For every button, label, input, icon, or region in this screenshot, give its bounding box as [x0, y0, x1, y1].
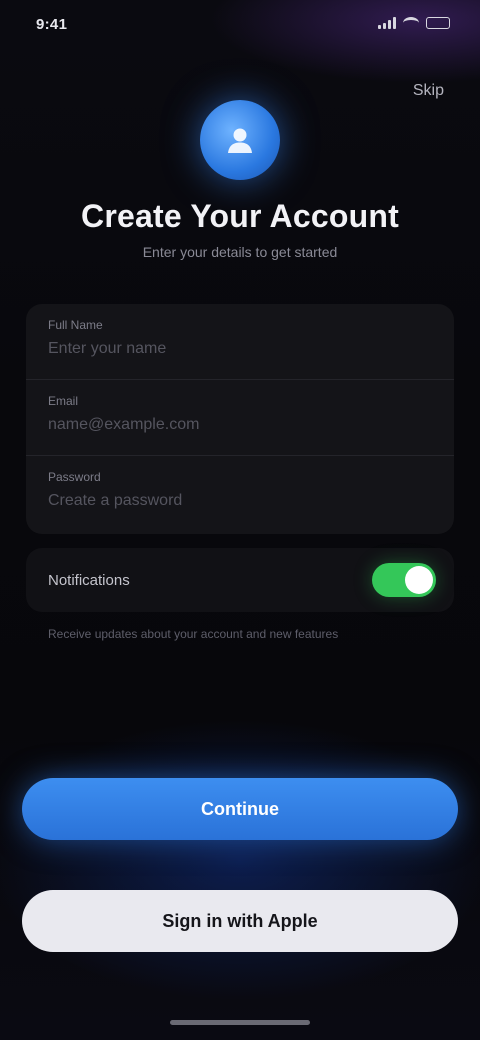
toggle-knob [405, 566, 433, 594]
user-icon [200, 100, 280, 180]
form-row-email: Email [26, 380, 454, 456]
page-subtitle: Enter your details to get started [142, 244, 338, 260]
signup-form-card: Full Name Email Password [26, 304, 454, 534]
home-indicator[interactable] [170, 1020, 310, 1025]
notifications-description: Receive updates about your account and n… [48, 627, 339, 641]
skip-button[interactable]: Skip [407, 78, 450, 104]
notifications-toggle[interactable] [372, 563, 436, 597]
signup-screen: 9:41 Skip Create Your Account Enter your… [0, 0, 480, 1040]
form-row-password: Password [26, 456, 454, 532]
password-field-label: Password [48, 470, 101, 484]
battery-icon [426, 17, 450, 29]
wifi-icon [403, 17, 419, 29]
name-field-label: Full Name [48, 318, 103, 332]
notifications-label: Notifications [48, 571, 130, 589]
status-bar: 9:41 [0, 0, 480, 52]
continue-button[interactable]: Continue [22, 778, 458, 840]
email-input[interactable] [48, 416, 432, 434]
notifications-row: Notifications [26, 548, 454, 612]
email-field-label: Email [48, 394, 79, 408]
page-title: Create Your Account [81, 198, 399, 234]
sign-in-button[interactable]: Sign in with Apple [22, 890, 458, 952]
form-row-name: Full Name [26, 304, 454, 380]
signal-icon [378, 17, 396, 29]
status-icons [378, 17, 450, 29]
status-time: 9:41 [36, 16, 68, 33]
name-input[interactable] [48, 340, 432, 358]
password-input[interactable] [48, 492, 432, 510]
